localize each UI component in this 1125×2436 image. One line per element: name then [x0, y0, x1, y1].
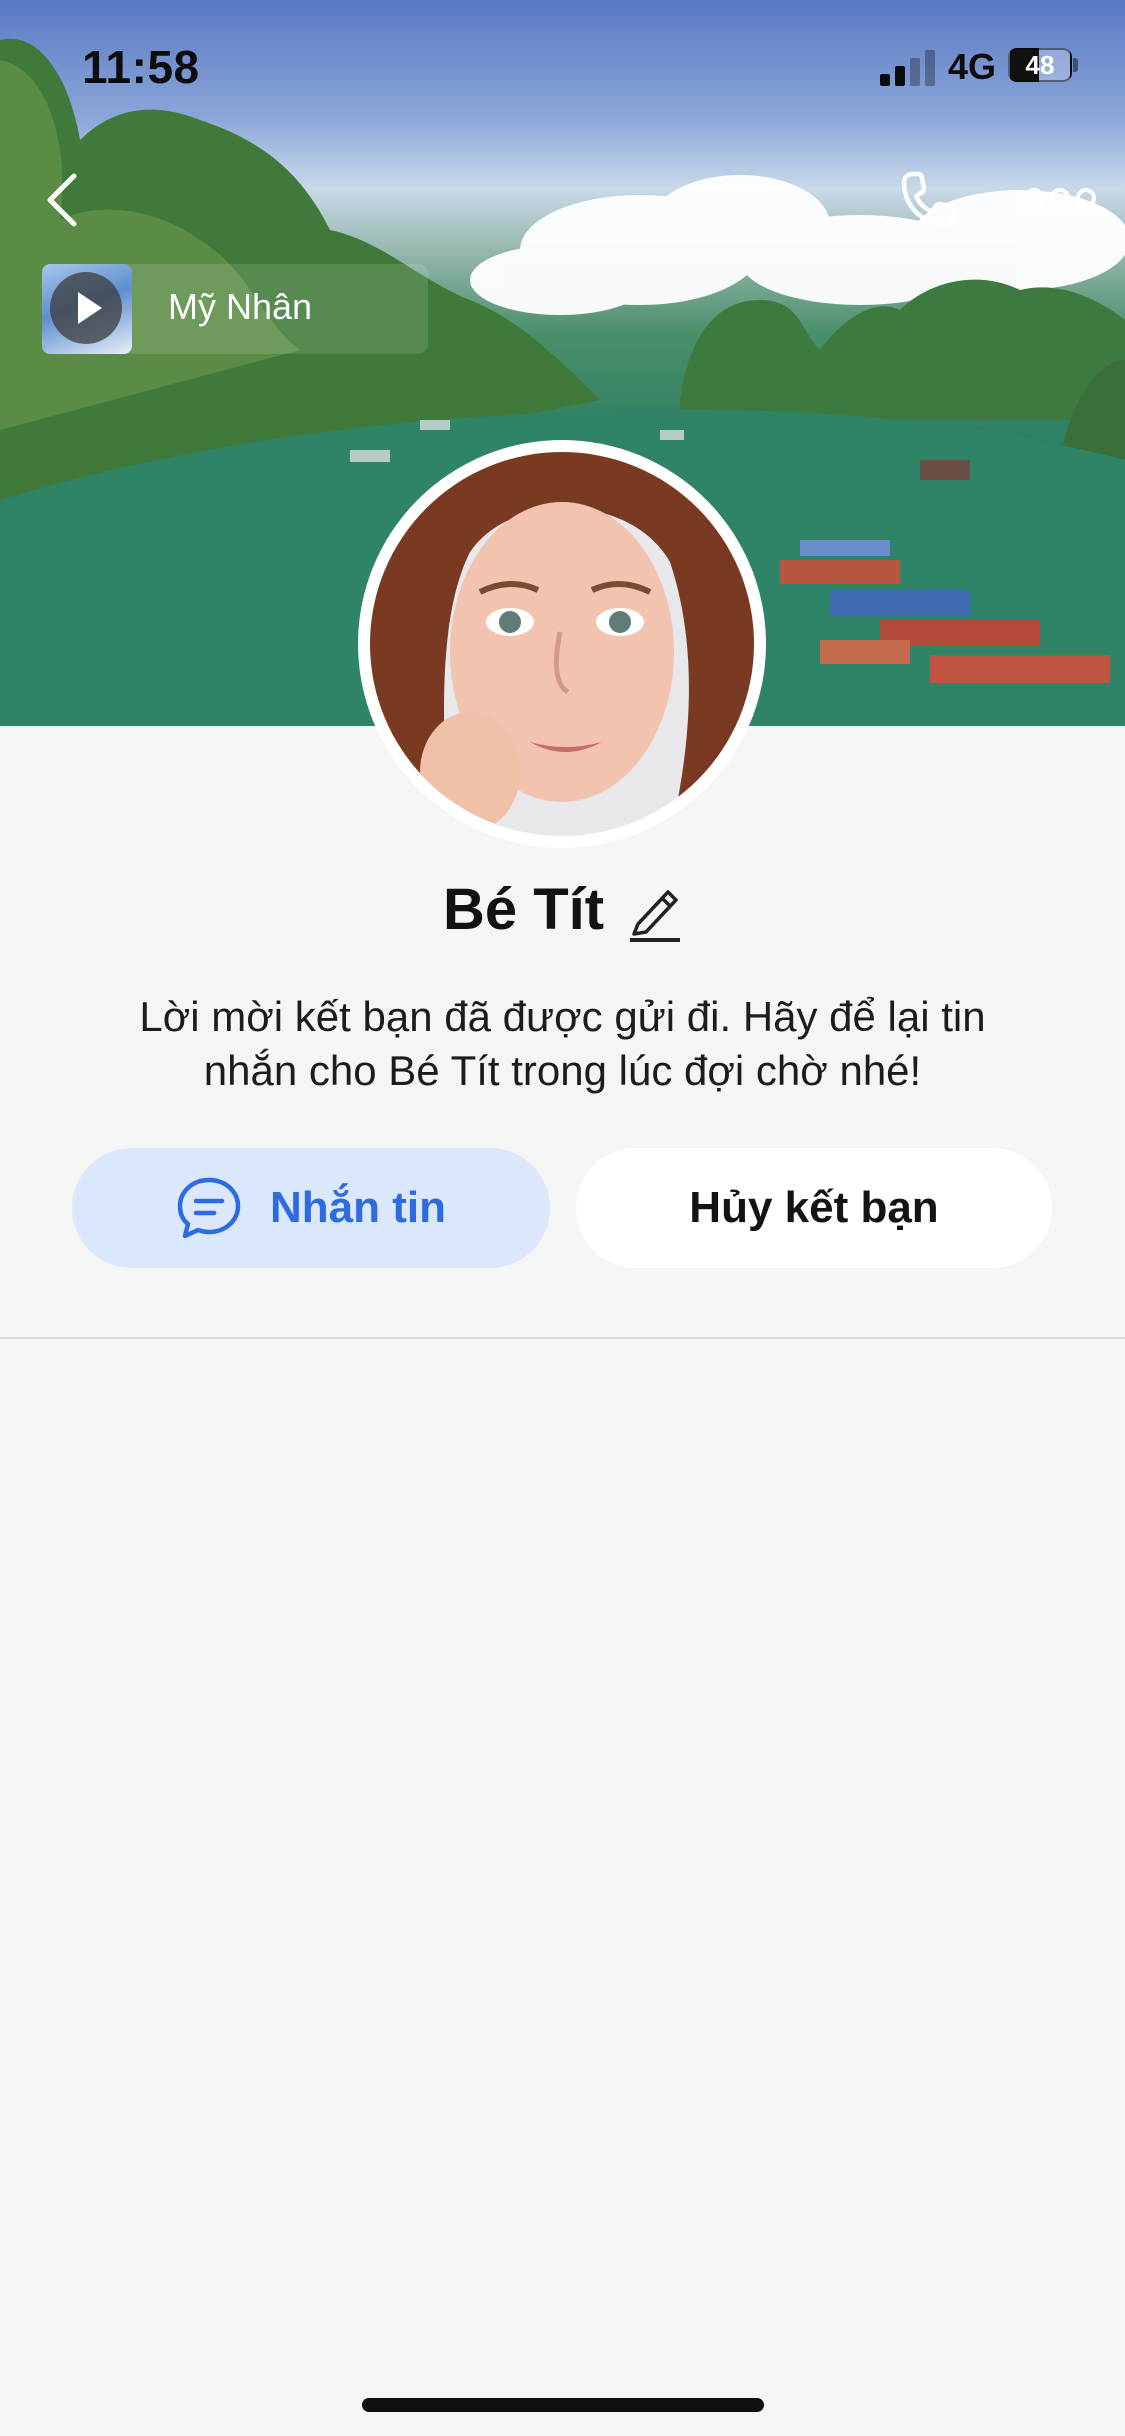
play-icon [78, 292, 102, 324]
chevron-left-icon[interactable] [38, 170, 88, 230]
home-indicator[interactable] [362, 2398, 764, 2412]
phone-icon[interactable] [898, 168, 960, 230]
message-button-label: Nhắn tin [270, 1183, 446, 1232]
ellipsis-icon[interactable] [1024, 180, 1096, 216]
status-bar: 11:58 4G 48 [0, 0, 1125, 140]
battery-level: 48 [1025, 50, 1055, 80]
chat-bubble-icon [177, 1177, 241, 1239]
battery-cap [1073, 58, 1078, 72]
friend-request-message: Lời mời kết bạn đã được gửi đi. Hãy để l… [139, 993, 986, 1094]
avatar[interactable] [358, 440, 766, 848]
message-button[interactable]: Nhắn tin [72, 1148, 550, 1268]
signal-icon [880, 50, 935, 86]
play-button[interactable] [50, 272, 122, 344]
unfriend-button-label: Hủy kết bạn [689, 1183, 939, 1232]
profile-name-row: Bé Tít [0, 876, 1125, 946]
music-title: Mỹ Nhân [168, 286, 313, 327]
avatar-photo [370, 452, 754, 836]
section-divider [0, 1337, 1125, 1339]
unfriend-button[interactable]: Hủy kết bạn [576, 1148, 1052, 1268]
battery-icon: 48 [1008, 48, 1072, 82]
profile-name: Bé Tít [442, 877, 605, 942]
pencil-icon[interactable] [626, 878, 682, 942]
network-type: 4G [948, 46, 997, 87]
status-time: 11:58 [82, 41, 200, 93]
profile-music[interactable]: Mỹ Nhân [42, 264, 428, 354]
album-cover [42, 264, 132, 354]
